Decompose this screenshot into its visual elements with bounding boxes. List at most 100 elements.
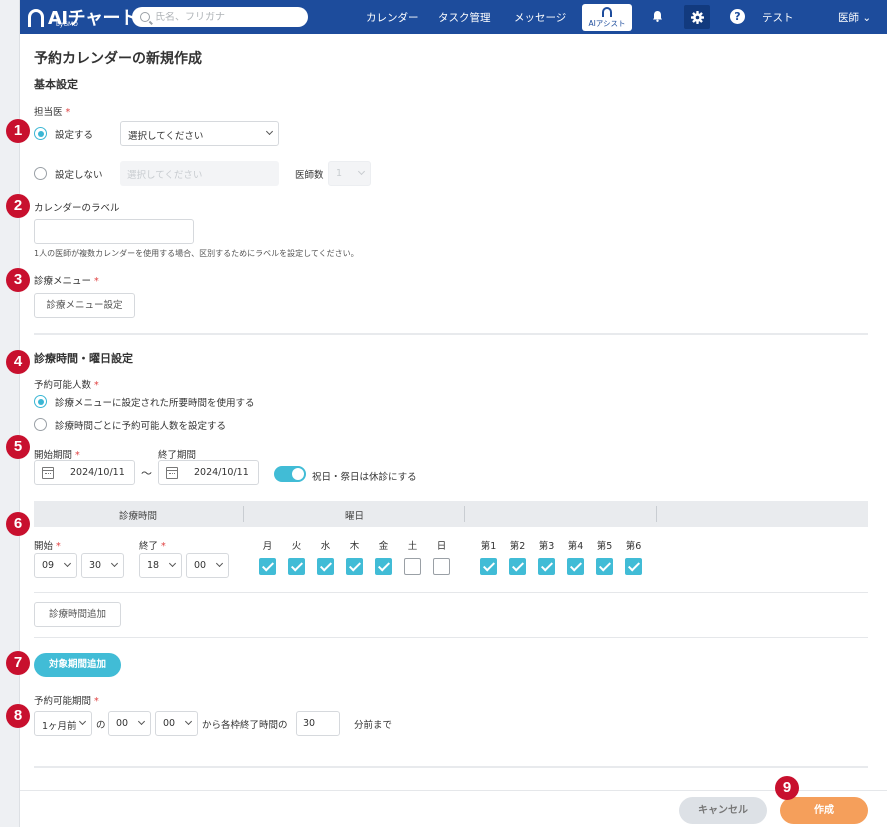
- radio-assign-doctor[interactable]: [34, 127, 47, 140]
- radio-no-doctor[interactable]: [34, 167, 47, 180]
- period-tilde: 〜: [141, 467, 152, 480]
- calendar-label-input[interactable]: [34, 219, 194, 244]
- week-checkbox[interactable]: [480, 558, 497, 575]
- patient-search[interactable]: [132, 7, 308, 27]
- doctor-select-disabled-value: 選択してください: [127, 170, 203, 181]
- settings-button[interactable]: [684, 5, 710, 29]
- ai-assist-button[interactable]: AIアシスト: [582, 4, 632, 31]
- weekday-checkbox[interactable]: [375, 558, 392, 575]
- row-divider: [34, 637, 868, 638]
- chevron-down-icon: [215, 559, 224, 568]
- end-date-value: 2024/10/11: [194, 467, 249, 478]
- required-mark: *: [65, 107, 71, 118]
- doctor-select-value: 選択してください: [128, 131, 204, 142]
- logo-sub: byGMO: [56, 21, 78, 28]
- booking-minutes-input[interactable]: 30: [296, 711, 340, 736]
- weekday-checkbox[interactable]: [404, 558, 421, 575]
- annotation-marker-5: 5: [6, 435, 30, 459]
- doctor-select[interactable]: 選択してください: [120, 121, 279, 146]
- radio-capacity-menu[interactable]: [34, 395, 47, 408]
- doctor-count-label: 医師数: [295, 170, 324, 181]
- weekday-checkbox[interactable]: [346, 558, 363, 575]
- week-checkbox[interactable]: [596, 558, 613, 575]
- capacity-label-text: 予約可能人数: [34, 380, 92, 391]
- end-time-label-text: 終了: [139, 541, 159, 552]
- required-mark: *: [94, 276, 99, 287]
- required-mark: *: [161, 541, 166, 552]
- page-title: 予約カレンダーの新規作成: [34, 51, 202, 67]
- booking-from-text: から各枠終了時間の: [202, 720, 288, 731]
- user-name[interactable]: テスト: [762, 10, 794, 25]
- help-icon[interactable]: ?: [730, 9, 745, 24]
- weekday-checkbox[interactable]: [317, 558, 334, 575]
- start-hour-select[interactable]: 09: [34, 553, 77, 578]
- chevron-down-icon: [184, 717, 193, 726]
- week-checkbox[interactable]: [625, 558, 642, 575]
- chevron-down-icon: [357, 167, 366, 176]
- app-logo[interactable]: AIチャート: [28, 4, 138, 30]
- search-icon: [140, 12, 150, 22]
- calendar-icon: [166, 467, 178, 479]
- weekday-label: 土: [407, 541, 418, 552]
- annotation-marker-1: 1: [6, 119, 30, 143]
- weekday-label: 日: [436, 541, 447, 552]
- doctor-label: 担当医 *: [34, 104, 70, 118]
- chevron-down-icon: [110, 559, 119, 568]
- radio-capacity-per-time[interactable]: [34, 418, 47, 431]
- weekday-label: 水: [320, 541, 331, 552]
- start-minute-select[interactable]: 30: [81, 553, 124, 578]
- booking-months-select[interactable]: 1ヶ月前: [34, 711, 92, 736]
- weekday-checkbox[interactable]: [288, 558, 305, 575]
- annotation-marker-3: 3: [6, 268, 30, 292]
- week-checkbox[interactable]: [567, 558, 584, 575]
- nav-message[interactable]: メッセージ: [514, 10, 566, 25]
- annotation-marker-4: 4: [6, 350, 30, 374]
- weekday-checkbox[interactable]: [259, 558, 276, 575]
- menu-settings-button[interactable]: 診療メニュー設定: [34, 293, 135, 318]
- annotation-marker-6: 6: [6, 512, 30, 536]
- end-date-picker[interactable]: 2024/10/11: [158, 460, 259, 485]
- required-mark: *: [94, 380, 99, 391]
- week-label: 第6: [625, 541, 642, 552]
- booking-minutes-suffix: 分前まで: [354, 720, 393, 731]
- weekday-label: 火: [291, 541, 302, 552]
- user-role-menu[interactable]: 医師 ⌄: [838, 10, 871, 25]
- nav-task[interactable]: タスク管理: [438, 10, 491, 25]
- add-period-button[interactable]: 対象期間追加: [34, 653, 121, 677]
- capacity-opt2-label: 診療時間ごとに予約可能人数を設定する: [55, 421, 227, 432]
- app-header: AIチャート byGMO カレンダー タスク管理 メッセージ AIアシスト ? …: [20, 0, 887, 34]
- annotation-marker-8: 8: [6, 704, 30, 728]
- booking-hour-select[interactable]: 00: [108, 711, 151, 736]
- weekday-label: 月: [262, 541, 273, 552]
- calendar-label-title: カレンダーのラベル: [34, 203, 120, 214]
- weekday-checkbox[interactable]: [433, 558, 450, 575]
- ai-assist-label: AIアシスト: [588, 19, 626, 28]
- week-label: 第5: [596, 541, 613, 552]
- holiday-toggle-label: 祝日・祭日は休診にする: [312, 472, 417, 483]
- bell-icon[interactable]: [652, 10, 663, 22]
- weekday-label: 木: [349, 541, 360, 552]
- header-time: 診療時間: [119, 511, 158, 522]
- start-date-picker[interactable]: 2024/10/11: [34, 460, 135, 485]
- add-time-button[interactable]: 診療時間追加: [34, 602, 121, 627]
- doctor-select-disabled: 選択してください: [120, 161, 279, 186]
- end-minute-value: 00: [194, 560, 207, 571]
- calendar-label-hint: 1人の医師が複数カレンダーを使用する場合、区別するためにラベルを設定してください…: [34, 249, 359, 258]
- end-hour-select[interactable]: 18: [139, 553, 182, 578]
- nav-calendar[interactable]: カレンダー: [366, 10, 419, 25]
- booking-of-text: の: [96, 720, 106, 731]
- week-label: 第3: [538, 541, 555, 552]
- holiday-toggle[interactable]: [274, 466, 306, 482]
- week-checkbox[interactable]: [538, 558, 555, 575]
- booking-hour-value: 00: [116, 718, 129, 729]
- end-minute-select[interactable]: 00: [186, 553, 229, 578]
- week-checkbox[interactable]: [509, 558, 526, 575]
- cancel-button[interactable]: キャンセル: [679, 797, 767, 824]
- booking-minute-select[interactable]: 00: [155, 711, 198, 736]
- menu-label: 診療メニュー *: [34, 273, 99, 287]
- search-input[interactable]: [155, 11, 295, 23]
- user-role-label: 医師: [838, 12, 859, 24]
- create-button[interactable]: 作成: [780, 797, 868, 824]
- radio-assign-label: 設定する: [55, 130, 94, 141]
- booking-period-label: 予約可能期間 *: [34, 693, 99, 707]
